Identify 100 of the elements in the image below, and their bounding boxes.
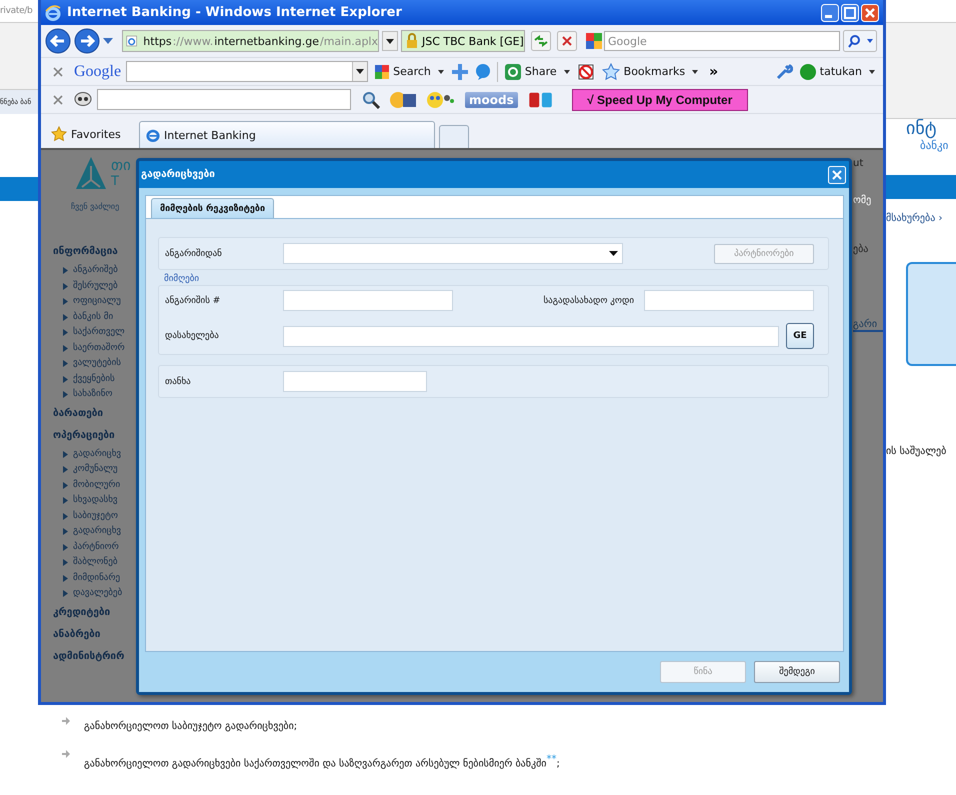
more-chevron[interactable]: » <box>705 64 722 80</box>
sidebar-link[interactable]: საერთაშორ <box>73 340 125 356</box>
arrow-icon <box>63 450 68 458</box>
field-label: ანგარიშიდან <box>165 248 223 258</box>
sidebar-link[interactable]: საქართველ <box>73 325 125 340</box>
sidebar-link[interactable]: ქვეყნების <box>73 372 115 387</box>
share-icon <box>504 64 521 80</box>
sidebar-link[interactable]: საბიუჯეტო <box>73 508 118 524</box>
arrow-icon <box>63 329 68 336</box>
favorites-button[interactable]: Favorites <box>45 120 135 148</box>
smiley-icon[interactable] <box>389 90 417 108</box>
speech-bubble-icon[interactable] <box>74 90 92 108</box>
arrow-icon <box>63 559 68 566</box>
arrow-icon <box>63 574 68 582</box>
sidebar-link[interactable]: შესრულებ <box>73 278 118 294</box>
sidebar-link[interactable]: გადარიცხვ <box>73 446 122 462</box>
squares-icon <box>375 64 390 78</box>
stop-icon[interactable] <box>557 31 577 51</box>
blocked-icon[interactable] <box>576 62 595 80</box>
arrow-icon <box>63 482 68 489</box>
back-icon[interactable] <box>45 28 71 54</box>
sidebar-link[interactable]: მობილური <box>73 478 120 493</box>
status-dot-icon <box>800 64 816 80</box>
account-number-field[interactable] <box>283 290 453 311</box>
arrow-icon <box>63 544 68 551</box>
arrow-icon <box>63 391 68 398</box>
share-button[interactable]: Share <box>502 64 572 80</box>
triangle-logo-icon <box>75 156 107 190</box>
search-field[interactable] <box>126 61 368 82</box>
moods-badge[interactable]: moods <box>465 92 518 108</box>
logo-text: თი <box>111 157 131 174</box>
body-text: ის საშუალებ <box>886 446 948 457</box>
bookmarks-button[interactable]: Bookmarks <box>600 62 700 80</box>
sidebar-link[interactable]: ანგარიშებ <box>73 263 118 278</box>
plus-icon[interactable] <box>450 62 469 80</box>
tax-code-field[interactable] <box>644 290 814 311</box>
sidebar-link[interactable]: სხვადასხვ <box>73 493 118 508</box>
google-logo: Google <box>74 62 122 80</box>
sidebar-link[interactable]: შაბლონებ <box>73 555 118 570</box>
address-field[interactable]: https://www.internetbanking.ge/main.aplx <box>122 30 379 52</box>
user-button[interactable]: tatukan <box>798 64 877 80</box>
arrow-icon <box>63 267 68 274</box>
page-icon <box>126 34 138 48</box>
arrow-icon <box>62 717 70 725</box>
star-icon <box>51 126 67 142</box>
refresh-icon[interactable] <box>531 31 551 51</box>
field-label: თანხა <box>165 376 192 386</box>
amount-field[interactable] <box>283 371 427 392</box>
sidebar-link[interactable]: კომუნალუ <box>73 462 118 478</box>
arrow-icon <box>63 298 68 306</box>
search-icon[interactable] <box>362 90 380 108</box>
search-button[interactable]: Search <box>373 64 446 78</box>
search-field[interactable]: Google <box>604 31 840 51</box>
site-logo-subtitle: ბანკი <box>919 139 950 153</box>
search-provider-icon[interactable] <box>586 33 602 49</box>
header-band <box>0 177 38 201</box>
arrow-icon <box>63 512 68 520</box>
sidebar-link[interactable]: დავალებებ <box>73 586 122 602</box>
arrow-icon <box>63 360 68 368</box>
caret-icon[interactable] <box>356 69 364 74</box>
tab-label[interactable]: ომე <box>853 195 883 206</box>
dropdown-icon[interactable] <box>382 31 398 51</box>
smiley-icon[interactable] <box>426 90 454 108</box>
caret-icon <box>609 251 618 256</box>
certificate-label[interactable]: JSC TBC Bank [GE] <box>401 30 525 52</box>
caret-icon <box>869 70 875 74</box>
search-icon[interactable] <box>843 30 877 52</box>
e-logo-icon <box>45 4 61 20</box>
minimize-icon[interactable] <box>821 4 839 22</box>
logo-text: T <box>111 174 123 189</box>
language-button[interactable]: GE <box>786 323 814 349</box>
sidebar-link[interactable]: ოფიციალუ <box>73 294 121 310</box>
sidebar-link[interactable]: სახაზინო <box>73 387 112 402</box>
arrow-icon <box>63 314 68 321</box>
speed-up-button[interactable]: √ Speed Up My Computer <box>572 88 748 110</box>
close-icon[interactable] <box>53 66 63 76</box>
browser-tab[interactable]: Internet Banking <box>139 121 435 148</box>
forward-icon[interactable] <box>74 28 100 54</box>
arrow-icon <box>62 750 70 758</box>
button-label[interactable]: ება <box>853 244 883 255</box>
site-logo-text: ინტ <box>905 119 938 139</box>
logout-link[interactable]: ut <box>853 158 883 169</box>
wrench-icon[interactable] <box>774 62 793 80</box>
maximize-icon[interactable] <box>841 4 859 22</box>
sidebar-link[interactable]: ბანკის მი <box>73 310 114 325</box>
dialog-button[interactable]: შემდეგი <box>754 661 840 683</box>
arrow-icon <box>63 497 68 504</box>
name-field[interactable] <box>283 326 779 346</box>
text-field[interactable] <box>97 89 351 110</box>
sidebar-link[interactable]: მიმდინარე <box>73 570 120 586</box>
sidebar-link[interactable]: პარტნიორ <box>73 540 119 555</box>
arrow-icon <box>63 282 68 290</box>
nav-link[interactable]: მსახურება › <box>886 213 956 224</box>
close-icon[interactable] <box>53 94 63 104</box>
arrow-icon <box>63 344 68 352</box>
dialog-tab[interactable]: მიმღების რეკვიზიტები <box>151 198 274 218</box>
sidebar-link[interactable]: გადარიცხვ <box>73 524 122 540</box>
sidebar-link[interactable]: ვალუტების <box>73 356 121 372</box>
tagline: ჩვენ ვაძლიე <box>71 202 120 211</box>
dialog-title: გადარიცხვები <box>141 169 215 180</box>
